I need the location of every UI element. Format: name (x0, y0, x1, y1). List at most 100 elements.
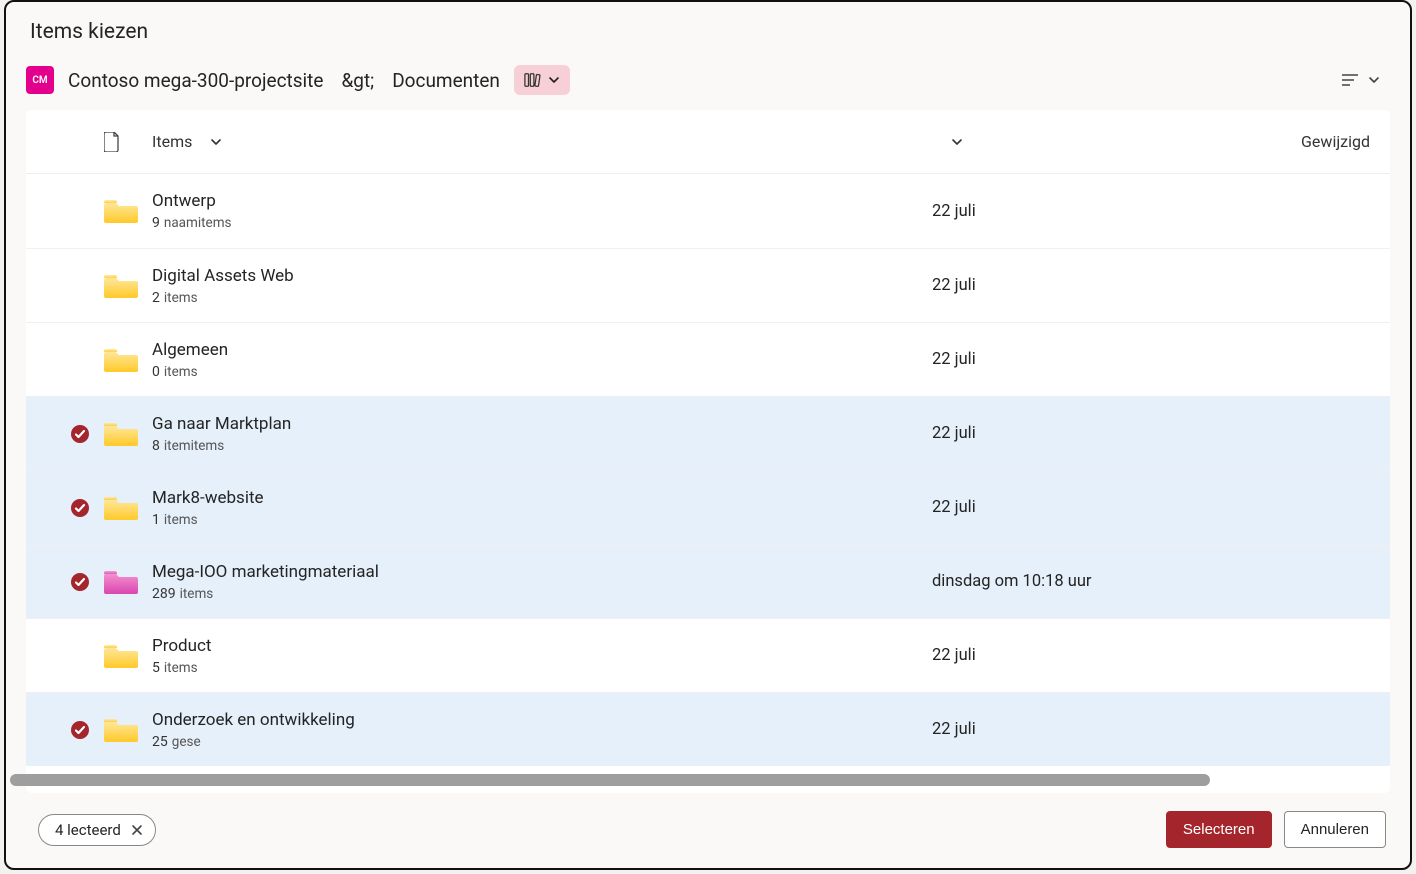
list-item[interactable]: Mark8-website1items22 juli (26, 470, 1390, 544)
cancel-button[interactable]: Annuleren (1284, 811, 1386, 848)
item-modified: 22 juli (932, 276, 1390, 295)
item-modified: 22 juli (932, 646, 1390, 665)
chevron-down-icon (548, 74, 560, 86)
item-name-column: Mega-IOO marketingmateriaal 289items (152, 562, 932, 602)
item-name-column: Algemeen 0items (152, 340, 932, 380)
check-circle-icon (70, 572, 90, 592)
chevron-down-icon (951, 136, 963, 148)
selection-indicator[interactable] (56, 720, 104, 740)
item-modified: 22 juli (932, 498, 1390, 517)
folder-icon (104, 272, 152, 300)
clear-selection-button[interactable] (131, 824, 143, 836)
folder-icon (104, 642, 152, 670)
list-header: Items Gewijzigd (26, 110, 1390, 174)
folder-icon (104, 420, 152, 448)
item-modified: 22 juli (932, 202, 1390, 221)
item-name: Onderzoek en ontwikkeling (152, 710, 932, 730)
item-name: Ga naar Marktplan (152, 414, 932, 434)
item-subtext: 2items (152, 290, 932, 306)
column-header-modified-label: Gewijzigd (1301, 132, 1370, 151)
site-badge[interactable]: CM (26, 66, 54, 94)
item-subtext: 1items (152, 512, 932, 528)
item-name: Mark8-website (152, 488, 932, 508)
check-circle-icon (70, 720, 90, 740)
item-count: 2 (152, 290, 160, 306)
list-item[interactable]: Digital Assets Web2items22 juli (26, 248, 1390, 322)
sort-lines-icon (1340, 70, 1360, 90)
folder-icon (104, 716, 152, 744)
item-count-label: items (164, 290, 198, 306)
item-subtext: 5items (152, 660, 932, 676)
item-count: 25 (152, 734, 168, 750)
item-modified: 22 juli (932, 720, 1390, 739)
breadcrumb: Contoso mega-300-projectsite &gt; Docume… (68, 69, 500, 92)
column-header-name-label: Items (152, 132, 192, 151)
picker-dialog: Items kiezen CM Contoso mega-300-project… (4, 0, 1412, 870)
list-item[interactable]: Algemeen0items22 juli (26, 322, 1390, 396)
chevron-down-icon (1368, 74, 1380, 86)
item-name: Ontwerp (152, 191, 932, 211)
document-icon (104, 132, 120, 152)
list-item[interactable]: Ontwerp 9naamitems22 juli (26, 174, 1390, 248)
item-modified: 22 juli (932, 350, 1390, 369)
books-icon (524, 71, 542, 89)
breadcrumb-separator: &gt; (341, 69, 374, 92)
selection-count-text: 4 lecteerd (55, 821, 121, 839)
item-name-column: Onderzoek en ontwikkeling 25gese (152, 710, 932, 750)
item-count-label: items (164, 364, 198, 380)
column-header-modified[interactable]: Gewijzigd (982, 132, 1390, 151)
item-count-label: items (180, 586, 214, 602)
item-subtext: 0items (152, 364, 932, 380)
column-header-name[interactable]: Items (152, 132, 932, 151)
item-name: Product (152, 636, 932, 656)
item-name: Mega-IOO marketingmateriaal (152, 562, 932, 582)
list-item[interactable]: Onderzoek en ontwikkeling25gese22 juli (26, 692, 1390, 766)
item-count-label: items (164, 512, 198, 528)
folder-icon (104, 346, 152, 374)
item-name-column: Mark8-website 1items (152, 488, 932, 528)
list-scroll[interactable]: Ontwerp9naamitems22 juliDigital Assets W… (26, 174, 1390, 793)
close-icon (131, 824, 143, 836)
toolbar: CM Contoso mega-300-projectsite &gt; Doc… (6, 58, 1410, 110)
item-count-label: items (164, 660, 198, 676)
item-count: 5 (152, 660, 160, 676)
list-item[interactable]: Ga naar Marktplan8itemitems22 juli (26, 396, 1390, 470)
library-view-button[interactable] (514, 65, 570, 95)
selection-indicator[interactable] (56, 424, 104, 444)
footer: 4 lecteerd Selecteren Annuleren (6, 793, 1410, 868)
check-circle-icon (70, 498, 90, 518)
folder-icon (104, 568, 152, 596)
horizontal-scrollbar[interactable] (10, 774, 1210, 786)
list-item[interactable]: Product5items22 juli (26, 618, 1390, 692)
item-count: 289 (152, 586, 176, 602)
item-count: 9 (152, 215, 160, 231)
item-count: 1 (152, 512, 160, 528)
file-list: Items Gewijzigd Ontwerp9naamitems22 juli… (26, 110, 1390, 793)
item-count: 0 (152, 364, 160, 380)
select-button[interactable]: Selecteren (1166, 811, 1272, 848)
folder-icon (104, 197, 152, 225)
item-name: Algemeen (152, 340, 932, 360)
selection-indicator[interactable] (56, 572, 104, 592)
selection-indicator[interactable] (56, 498, 104, 518)
breadcrumb-library[interactable]: Documenten (392, 69, 500, 92)
item-count: 8 (152, 438, 160, 454)
view-options-button[interactable] (1330, 64, 1390, 96)
item-subtext: 9naamitems (152, 215, 932, 231)
item-name: Digital Assets Web (152, 266, 932, 286)
item-name-column: Digital Assets Web 2items (152, 266, 932, 306)
item-name-column: Ontwerp 9naamitems (152, 191, 932, 231)
item-name-column: Ga naar Marktplan 8itemitems (152, 414, 932, 454)
column-header-extra[interactable] (932, 136, 982, 148)
folder-icon (104, 494, 152, 522)
item-subtext: 25gese (152, 734, 932, 750)
check-circle-icon (70, 424, 90, 444)
list-item[interactable]: Mega-IOO marketingmateriaal289itemsdinsd… (26, 544, 1390, 618)
item-modified: 22 juli (932, 424, 1390, 443)
item-count-label: gese (172, 734, 201, 750)
breadcrumb-site[interactable]: Contoso mega-300-projectsite (68, 69, 323, 92)
item-subtext: 8itemitems (152, 438, 932, 454)
item-count-label: itemitems (164, 438, 224, 454)
column-header-type-icon[interactable] (104, 132, 152, 152)
dialog-title: Items kiezen (6, 2, 1410, 58)
